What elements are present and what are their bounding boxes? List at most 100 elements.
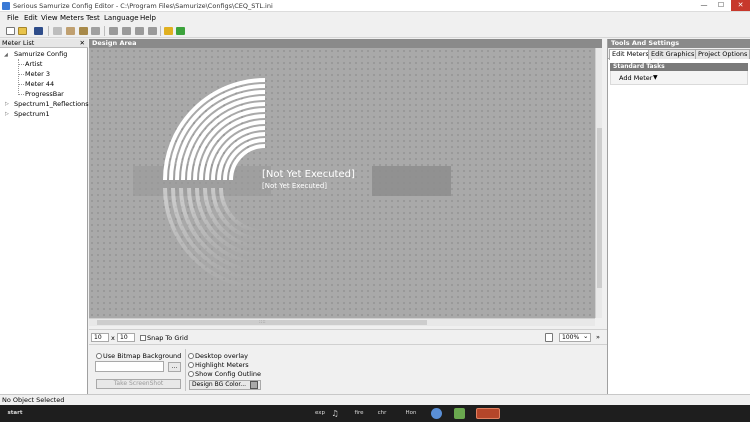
design-area: Design Area [Not Yet Executed] [Not Yet …	[89, 39, 602, 329]
menu-view[interactable]: View	[41, 14, 58, 22]
meter-text-small[interactable]: [Not Yet Executed]	[262, 182, 327, 190]
new-icon[interactable]	[6, 27, 15, 35]
vertical-scroll-thumb[interactable]	[597, 128, 602, 288]
taskbar: start exp ♫ fire chr Hon	[0, 405, 750, 422]
toolbar-separator	[104, 26, 105, 36]
grid-settings-bar: 10 x 10 Snap To Grid 100% ⌄ »	[89, 329, 607, 345]
browse-button[interactable]: ...	[168, 362, 181, 372]
green-app-icon[interactable]	[454, 408, 465, 419]
zoom-dropdown-icon[interactable]: ⌄	[583, 332, 588, 340]
vertical-scrollbar[interactable]	[595, 48, 602, 318]
tree-item-samurize-config[interactable]: Samurize Config	[14, 50, 67, 58]
spectrum-meter-graphic[interactable]	[89, 48, 595, 318]
scroll-grip: ::::	[259, 319, 266, 325]
meter-list-title: Meter List	[2, 39, 35, 47]
standard-tasks-body: Add Meter ▼	[610, 71, 748, 85]
tree-line	[18, 74, 24, 75]
forward-icon[interactable]	[176, 27, 185, 35]
toolbar-separator	[48, 26, 49, 36]
highlight-meters-label: Highlight Meters	[195, 361, 249, 369]
meter-box-right[interactable]	[372, 166, 451, 196]
back-icon[interactable]	[164, 27, 173, 35]
tools-and-settings-panel: Tools And Settings Edit Meters Edit Grap…	[607, 39, 750, 394]
take-screenshot-button[interactable]: Take ScreenShot	[96, 379, 181, 389]
horizontal-scrollbar[interactable]: ::::	[89, 318, 595, 326]
tools-tab-bar: Edit Meters Edit Graphics Project Option…	[608, 48, 750, 60]
move-down-icon[interactable]	[135, 27, 144, 35]
expand-icon[interactable]: ▷	[5, 111, 9, 117]
taskbar-item-firefox[interactable]: fire	[352, 408, 366, 419]
tools-header: Tools And Settings	[608, 39, 750, 48]
menu-test[interactable]: Test	[86, 14, 100, 22]
tree-item-artist[interactable]: Artist	[25, 60, 42, 68]
status-text: No Object Selected	[2, 396, 65, 404]
meter-list-header: Meter List ✕	[0, 39, 88, 48]
snap-to-grid-checkbox[interactable]	[140, 335, 146, 341]
bottom-options-panel: Use Bitmap Background ... Take ScreenSho…	[89, 346, 607, 394]
tab-edit-graphics[interactable]: Edit Graphics	[648, 49, 698, 59]
menu-bar: File Edit View Meters Test Language Help	[0, 12, 750, 24]
tree-item-spectrum1-reflections[interactable]: Spectrum1_Reflections	[14, 100, 89, 108]
start-button[interactable]: start	[5, 408, 25, 419]
move-bottom-icon[interactable]	[148, 27, 157, 35]
tree-item-meter-44[interactable]: Meter 44	[25, 80, 54, 88]
samurize-app-icon[interactable]	[476, 408, 500, 419]
more-options-icon[interactable]: »	[596, 333, 600, 341]
collapse-icon[interactable]: ◢	[4, 52, 8, 58]
tree-line	[18, 64, 24, 65]
design-canvas[interactable]: [Not Yet Executed] [Not Yet Executed]	[89, 48, 595, 318]
toolbar	[0, 24, 750, 38]
grid-y-input[interactable]: 10	[117, 333, 135, 342]
desktop-overlay-label: Desktop overlay	[195, 352, 249, 360]
grid-x-separator: x	[111, 334, 115, 342]
menu-help[interactable]: Help	[140, 14, 156, 22]
taskbar-item-chrome[interactable]: chr	[375, 408, 389, 419]
spectrum-reflection	[163, 187, 266, 290]
use-bitmap-background-radio[interactable]	[96, 353, 102, 359]
tree-item-spectrum1[interactable]: Spectrum1	[14, 110, 50, 118]
menu-edit[interactable]: Edit	[24, 14, 38, 22]
app-icon	[2, 2, 10, 10]
add-meter-button[interactable]: Add Meter	[619, 74, 652, 82]
minimize-button[interactable]: —	[696, 0, 712, 11]
maximize-button[interactable]: ☐	[713, 0, 729, 11]
grid-x-input[interactable]: 10	[91, 333, 109, 342]
meter-text-large[interactable]: [Not Yet Executed]	[262, 169, 355, 180]
status-bar: No Object Selected	[0, 394, 750, 405]
meter-list-close-icon[interactable]: ✕	[80, 39, 85, 48]
show-config-outline-radio[interactable]	[188, 371, 194, 377]
taskbar-item-explorer[interactable]: exp	[313, 408, 327, 419]
open-icon[interactable]	[18, 27, 27, 35]
use-bitmap-background-label: Use Bitmap Background	[103, 352, 182, 360]
clock-app-icon[interactable]	[431, 408, 442, 419]
menu-meters[interactable]: Meters	[60, 14, 84, 22]
meter-list-panel: Meter List ✕ ◢ Samurize Config Artist Me…	[0, 39, 89, 394]
cut-icon[interactable]	[53, 27, 62, 35]
delete-icon[interactable]	[91, 27, 100, 35]
menu-language[interactable]: Language	[104, 14, 139, 22]
toolbar-separator	[160, 26, 161, 36]
window-title: Serious Samurize Config Editor - C:\Prog…	[13, 2, 273, 10]
page-icon[interactable]	[545, 333, 553, 342]
bitmap-path-input[interactable]	[95, 361, 164, 372]
tree-line	[18, 94, 24, 95]
expand-icon[interactable]: ▷	[5, 101, 9, 107]
save-icon[interactable]	[34, 27, 43, 35]
paste-icon[interactable]	[79, 27, 88, 35]
desktop-overlay-radio[interactable]	[188, 353, 194, 359]
taskbar-item-music[interactable]: ♫	[329, 408, 341, 419]
add-meter-dropdown-icon[interactable]: ▼	[653, 74, 658, 81]
move-top-icon[interactable]	[109, 27, 118, 35]
tab-edit-meters[interactable]: Edit Meters	[609, 49, 652, 60]
highlight-meters-radio[interactable]	[188, 362, 194, 368]
copy-icon[interactable]	[66, 27, 75, 35]
close-button[interactable]: ✕	[731, 0, 750, 11]
taskbar-item-hon[interactable]: Hon	[404, 408, 418, 419]
menu-file[interactable]: File	[7, 14, 19, 22]
spectrum-arcs	[163, 78, 266, 181]
tree-item-meter-3[interactable]: Meter 3	[25, 70, 50, 78]
move-up-icon[interactable]	[122, 27, 131, 35]
tab-project-options[interactable]: Project Options	[695, 49, 750, 59]
tree-item-progressbar[interactable]: ProgressBar	[25, 90, 64, 98]
bg-color-swatch[interactable]	[250, 381, 258, 389]
